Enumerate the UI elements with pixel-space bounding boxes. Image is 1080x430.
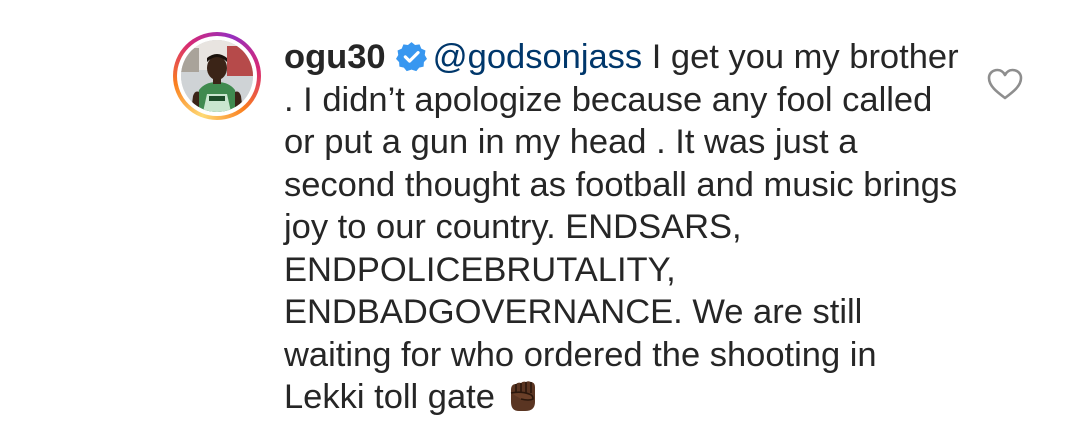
comment-item: ogu30 @godsonjass I get you my brother . … bbox=[0, 0, 1080, 430]
story-ring[interactable] bbox=[173, 32, 261, 120]
mention-link[interactable]: @godsonjass bbox=[433, 38, 643, 76]
heart-outline-icon[interactable] bbox=[986, 67, 1024, 101]
comment-username[interactable]: ogu30 bbox=[284, 38, 386, 76]
comment-text: ogu30 @godsonjass I get you my brother . … bbox=[284, 36, 964, 419]
avatar-border bbox=[177, 36, 257, 116]
avatar[interactable] bbox=[181, 40, 253, 112]
avatar-image bbox=[181, 40, 253, 112]
comment-message: I get you my brother . I didn’t apologiz… bbox=[284, 38, 959, 416]
verified-badge-icon bbox=[395, 40, 427, 72]
raised-fist-emoji-icon bbox=[505, 378, 541, 414]
